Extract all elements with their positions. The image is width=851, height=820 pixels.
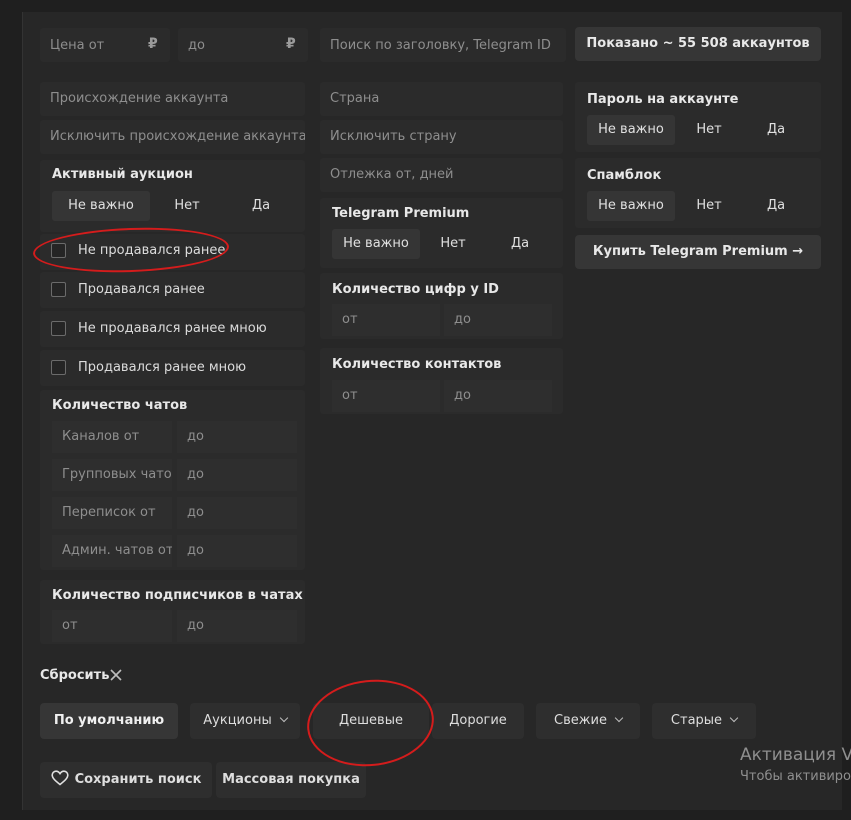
password-option-any[interactable]: Не важно bbox=[587, 115, 675, 145]
password-toggle: Не важно Нет Да bbox=[587, 115, 809, 145]
spamblock-option-any[interactable]: Не важно bbox=[587, 191, 675, 221]
checkbox-label: Продавался ранее bbox=[78, 282, 205, 297]
spamblock-label: Спамблок bbox=[587, 168, 662, 183]
auction-option-yes[interactable]: Да bbox=[224, 191, 298, 221]
id-digits-to-input[interactable]: до bbox=[444, 304, 552, 336]
title-search-field[interactable] bbox=[320, 28, 566, 62]
chats-label: Количество чатов bbox=[52, 398, 188, 413]
checkbox-sold-before[interactable] bbox=[51, 282, 66, 297]
sort-fresh-button[interactable]: Свежие bbox=[536, 703, 640, 739]
auction-label: Активный аукцион bbox=[52, 167, 193, 182]
checkbox-label: Продавался ранее мною bbox=[78, 360, 247, 375]
admin-chats-to-input[interactable]: до bbox=[177, 535, 297, 567]
close-icon[interactable] bbox=[110, 669, 122, 681]
subscribers-from-input[interactable]: от bbox=[52, 610, 172, 642]
chevron-down-icon bbox=[279, 713, 288, 723]
password-option-yes[interactable]: Да bbox=[743, 115, 809, 145]
subscribers-to-input[interactable]: до bbox=[177, 610, 297, 642]
checkbox-label: Не продавался ранее bbox=[78, 243, 226, 258]
admin-chats-from-input[interactable]: Админ. чатов от bbox=[52, 535, 172, 567]
reset-label[interactable]: Сбросить bbox=[40, 668, 109, 683]
id-digits-label: Количество цифр у ID bbox=[332, 282, 499, 297]
premium-option-any[interactable]: Не важно bbox=[332, 229, 420, 259]
origin-select[interactable]: Происхождение аккаунта bbox=[40, 82, 305, 116]
auction-toggle: Не важно Нет Да bbox=[52, 191, 298, 221]
group-chats-from-input[interactable]: Групповых чато bbox=[52, 459, 172, 491]
premium-option-yes[interactable]: Да bbox=[486, 229, 554, 259]
save-search-button[interactable]: Сохранить поиск bbox=[40, 762, 212, 798]
dialogs-from-input[interactable]: Переписок от bbox=[52, 497, 172, 529]
password-option-no[interactable]: Нет bbox=[675, 115, 743, 145]
sort-default-button[interactable]: По умолчанию bbox=[40, 703, 178, 739]
save-search-label: Сохранить поиск bbox=[74, 772, 202, 787]
chevron-down-icon bbox=[614, 713, 624, 723]
currency-icon: ₽ bbox=[286, 36, 296, 52]
sort-cheap-button[interactable]: Дешевые bbox=[313, 703, 429, 739]
exclude-origin-select[interactable]: Исключить происхождение аккаунта bbox=[40, 120, 305, 154]
id-digits-from-input[interactable]: от bbox=[332, 304, 440, 336]
currency-icon: ₽ bbox=[148, 36, 158, 52]
sort-expensive-button[interactable]: Дорогие bbox=[432, 703, 524, 739]
contacts-label: Количество контактов bbox=[332, 357, 502, 372]
subscribers-label: Количество подписчиков в чатах bbox=[52, 588, 303, 603]
spamblock-option-no[interactable]: Нет bbox=[675, 191, 743, 221]
spamblock-toggle: Не важно Нет Да bbox=[587, 191, 809, 221]
contacts-from-input[interactable]: от bbox=[332, 380, 440, 412]
sort-fresh-label: Свежие bbox=[554, 713, 607, 728]
rest-days-input[interactable]: Отлежка от, дней bbox=[320, 158, 563, 192]
sort-old-label: Старые bbox=[670, 713, 723, 728]
sort-auctions-button[interactable]: Аукционы bbox=[190, 703, 300, 739]
sort-expensive-label: Дорогие bbox=[449, 713, 507, 728]
password-label: Пароль на аккаунте bbox=[587, 92, 739, 107]
activation-watermark-title: Активация V bbox=[740, 745, 851, 765]
auction-option-no[interactable]: Нет bbox=[150, 191, 224, 221]
sort-auctions-label: Аукционы bbox=[203, 713, 272, 728]
channels-from-input[interactable]: Каналов от bbox=[52, 421, 172, 453]
contacts-to-input[interactable]: до bbox=[444, 380, 552, 412]
premium-toggle: Не важно Нет Да bbox=[332, 229, 554, 259]
title-search-input[interactable] bbox=[320, 28, 566, 62]
shown-accounts-button[interactable]: Показано ~ 55 508 аккаунтов bbox=[575, 27, 821, 61]
checkbox-not-sold-by-me[interactable] bbox=[51, 321, 66, 336]
spamblock-option-yes[interactable]: Да bbox=[743, 191, 809, 221]
sort-cheap-label: Дешевые bbox=[339, 713, 403, 728]
country-select[interactable]: Страна bbox=[320, 82, 563, 116]
heart-icon bbox=[50, 770, 69, 786]
premium-option-no[interactable]: Нет bbox=[420, 229, 486, 259]
group-chats-to-input[interactable]: до bbox=[177, 459, 297, 491]
auction-option-any[interactable]: Не важно bbox=[52, 191, 150, 221]
checkbox-sold-by-me[interactable] bbox=[51, 360, 66, 375]
bulk-buy-button[interactable]: Массовая покупка bbox=[216, 762, 366, 798]
exclude-country-select[interactable]: Исключить страну bbox=[320, 120, 563, 154]
sort-default-label: По умолчанию bbox=[53, 713, 165, 728]
checkbox-label: Не продавался ранее мною bbox=[78, 321, 267, 336]
checkbox-not-sold-before[interactable] bbox=[51, 243, 66, 258]
sort-old-button[interactable]: Старые bbox=[652, 703, 756, 739]
buy-premium-button[interactable]: Купить Telegram Premium → bbox=[575, 235, 821, 269]
premium-label: Telegram Premium bbox=[332, 206, 470, 221]
channels-to-input[interactable]: до bbox=[177, 421, 297, 453]
activation-watermark-subtitle: Чтобы активиро bbox=[740, 769, 851, 784]
bulk-buy-label: Массовая покупка bbox=[222, 772, 360, 787]
chevron-down-icon bbox=[729, 713, 739, 723]
dialogs-to-input[interactable]: до bbox=[177, 497, 297, 529]
